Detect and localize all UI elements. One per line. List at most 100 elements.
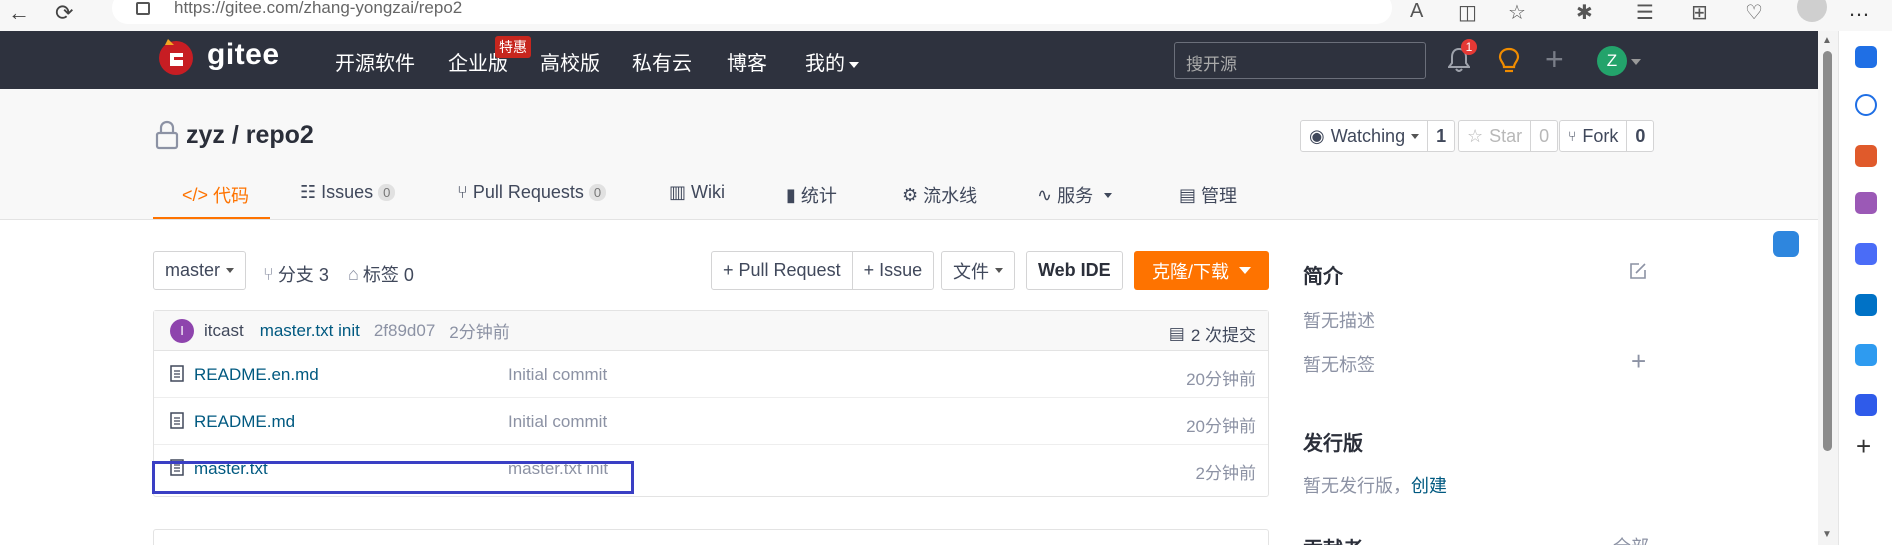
favorites-icon[interactable]: ☰ (1636, 0, 1654, 25)
tab-manage[interactable]: ▤ 管理 (1179, 182, 1237, 208)
notification-badge: 1 (1461, 39, 1477, 55)
back-icon[interactable]: ← (8, 0, 30, 26)
extensions-icon[interactable]: ✱ (1576, 0, 1593, 25)
nav-private-cloud[interactable]: 私有云 (632, 47, 692, 76)
browser-toolbar: ← ⟳ https://gitee.com/zhang-yongzai/repo… (0, 0, 1892, 31)
scroll-down-icon[interactable]: ▼ (1822, 529, 1832, 540)
create-button-group: + Pull Request + Issue (711, 251, 935, 290)
baidu-icon[interactable] (1855, 394, 1877, 416)
add-tag-plus-icon[interactable]: + (1631, 346, 1646, 377)
contributors-all-link[interactable]: 全部 (1613, 533, 1649, 545)
gitee-logo-icon[interactable] (155, 35, 197, 77)
fork-count[interactable]: 0 (1626, 121, 1653, 151)
create-release-link[interactable]: 创建 (1411, 476, 1447, 496)
tab-wiki[interactable]: ▥ Wiki (669, 182, 725, 203)
games-icon[interactable] (1855, 192, 1877, 214)
release-title: 发行版 (1303, 433, 1363, 455)
star-count[interactable]: 0 (1530, 121, 1557, 151)
create-plus-icon[interactable]: + (1545, 41, 1564, 78)
favorite-star-icon[interactable]: ☆ (1508, 0, 1526, 25)
repo-title[interactable]: zyz / repo2 (186, 121, 314, 150)
pipeline-icon: ⚙ (902, 184, 919, 205)
nav-blog[interactable]: 博客 (727, 47, 767, 76)
tab-pull-requests[interactable]: ⑂ Pull Requests 0 (457, 182, 607, 203)
logo-text[interactable]: gitee (207, 38, 280, 72)
nav-open-source[interactable]: 开源软件 (335, 47, 415, 76)
tab-code[interactable]: </> 代码 (182, 182, 249, 208)
tab-manage-label: 管理 (1201, 186, 1238, 206)
tags-link[interactable]: ⌂ 标签 0 (348, 261, 414, 287)
no-description-text: 暂无描述 (1303, 311, 1375, 331)
file-name-link[interactable]: README.md (194, 412, 295, 432)
new-issue-button[interactable]: + Issue (851, 252, 934, 289)
commit-message[interactable]: master.txt init (260, 321, 360, 341)
scroll-up-icon[interactable]: ▲ (1822, 35, 1832, 46)
file-commit-message[interactable]: Initial commit (508, 412, 607, 432)
tab-pipeline[interactable]: ⚙ 流水线 (902, 182, 977, 208)
watch-count[interactable]: 1 (1427, 121, 1454, 151)
file-menu-button[interactable]: 文件 (941, 251, 1015, 290)
file-name-link[interactable]: README.en.md (194, 365, 319, 385)
url-text[interactable]: https://gitee.com/zhang-yongzai/repo2 (174, 0, 462, 18)
branches-link[interactable]: ⑂ 分支 3 (263, 261, 329, 287)
fork-button[interactable]: ⑂ Fork 0 (1559, 120, 1655, 152)
new-pull-request-button[interactable]: + Pull Request (712, 252, 852, 289)
tab-issues[interactable]: ☷ Issues 0 (300, 182, 396, 203)
clone-download-button[interactable]: 克隆/下载 (1134, 251, 1269, 290)
tab-issues-count: 0 (378, 184, 396, 201)
more-menu-icon[interactable]: … (1848, 0, 1870, 22)
chevron-down-icon (849, 61, 859, 68)
copilot-icon[interactable] (1855, 46, 1877, 68)
file-icon (170, 365, 184, 382)
collections-icon[interactable]: ⊞ (1691, 0, 1708, 25)
commit-author[interactable]: itcast (204, 321, 244, 341)
search-input[interactable]: 搜开源 (1174, 42, 1426, 79)
send-icon[interactable] (1855, 344, 1877, 366)
outlook-icon[interactable] (1855, 294, 1877, 316)
file-commit-message[interactable]: Initial commit (508, 365, 607, 385)
search-icon[interactable] (1855, 94, 1877, 116)
reader-view-icon[interactable]: ◫ (1458, 0, 1477, 25)
file-time: 2分钟前 (1195, 464, 1256, 483)
table-row: README.en.md Initial commit 20分钟前 (154, 351, 1268, 398)
user-menu-chevron-icon[interactable] (1631, 59, 1641, 65)
commit-author-avatar[interactable]: I (170, 318, 194, 343)
tags-label: 标签 0 (362, 265, 414, 285)
floating-assistant-icon[interactable] (1773, 231, 1799, 257)
tools-icon[interactable] (1855, 145, 1877, 167)
nav-mine[interactable]: 我的 (805, 47, 859, 76)
branch-select[interactable]: master (153, 251, 247, 290)
refresh-icon[interactable]: ⟳ (55, 0, 73, 26)
user-avatar[interactable]: Z (1597, 46, 1627, 76)
page-scrollbar[interactable]: ▲ ▼ (1818, 31, 1838, 545)
branch-select-label: master (165, 260, 221, 280)
star-button[interactable]: ☆ Star 0 (1458, 120, 1559, 152)
page-info-icon[interactable] (136, 2, 150, 15)
commit-sha[interactable]: 2f89d07 (374, 321, 435, 341)
table-row: README.md Initial commit 20分钟前 (154, 398, 1268, 445)
profile-avatar[interactable] (1797, 0, 1827, 22)
star-label: Star (1489, 125, 1523, 146)
add-sidebar-plus-icon[interactable]: + (1856, 431, 1871, 462)
microsoft365-icon[interactable] (1855, 243, 1877, 265)
tab-service[interactable]: ∿ 服务 (1037, 182, 1113, 208)
scrollbar-thumb[interactable] (1823, 51, 1832, 451)
web-ide-button[interactable]: Web IDE (1026, 251, 1123, 290)
no-tags-text: 暂无标签 (1303, 355, 1375, 375)
edit-icon[interactable] (1629, 262, 1647, 280)
lightbulb-icon[interactable] (1498, 47, 1520, 75)
address-bar[interactable]: https://gitee.com/zhang-yongzai/repo2 (112, 0, 1392, 24)
tab-code-label: 代码 (213, 186, 250, 206)
nav-university[interactable]: 高校版 (540, 47, 600, 76)
file-icon (170, 412, 184, 429)
star-icon: ☆ (1467, 125, 1484, 146)
stats-icon: ▮ (786, 184, 796, 205)
watch-button[interactable]: ◉ Watching 1 (1300, 120, 1456, 152)
chevron-down-icon (226, 268, 235, 273)
tab-service-label: 服务 (1057, 186, 1094, 206)
commit-count-link[interactable]: ▤ 2 次提交 (1169, 321, 1256, 346)
contributors-title: 贡献者 (1303, 533, 1363, 545)
browser-essentials-icon[interactable]: ♡ (1745, 0, 1763, 25)
read-aloud-icon[interactable]: A (1410, 0, 1423, 23)
tab-stats[interactable]: ▮ 统计 (786, 182, 837, 208)
